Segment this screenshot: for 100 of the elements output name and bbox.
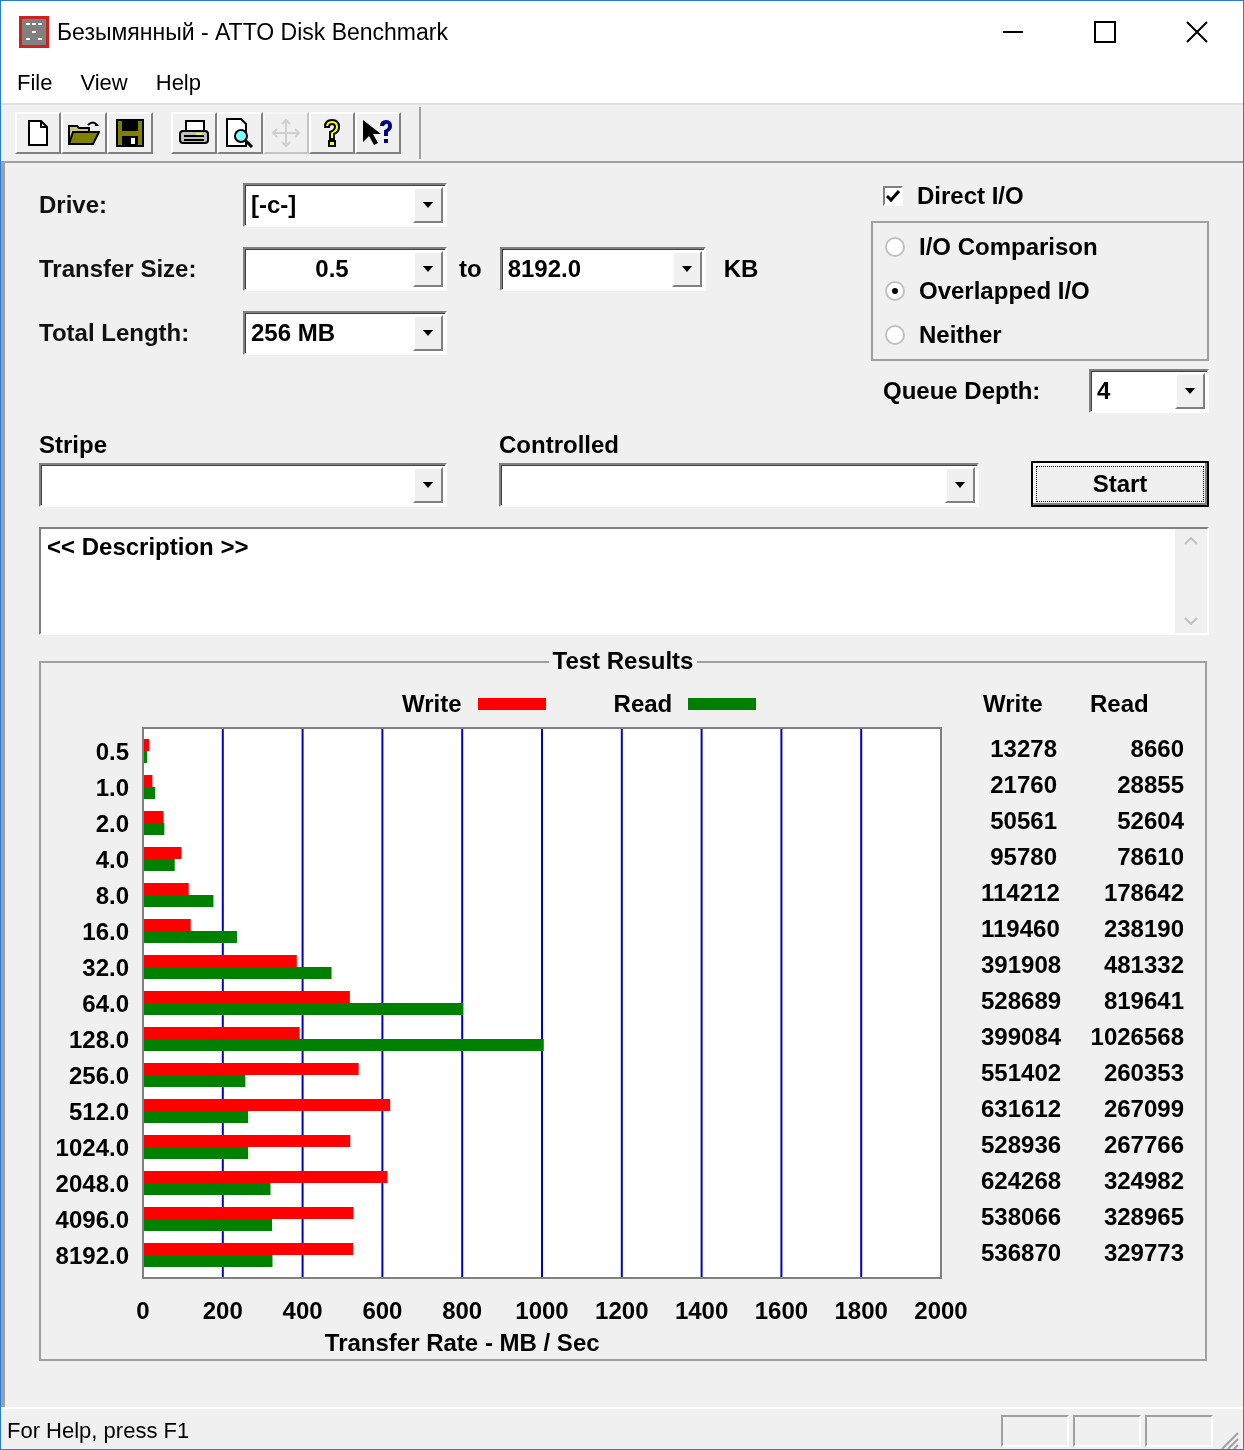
tick-label: 1400 [674, 1297, 729, 1324]
blank-page-icon [27, 120, 49, 146]
total-length-dropdown[interactable]: 256 MB [243, 311, 447, 355]
queue-depth-label: Queue Depth: [883, 377, 1041, 405]
category-label: 64.0 [82, 990, 129, 1017]
table-cell-text: 481332 [1102, 951, 1184, 979]
controlled-dropdown[interactable] [499, 463, 979, 507]
drive-dropdown[interactable]: [-c-] [243, 183, 447, 227]
table-cell-text: 267099 [1102, 1095, 1184, 1123]
tick-label: 200 [202, 1297, 243, 1324]
app-icon [19, 16, 49, 48]
bar [144, 775, 153, 787]
tick-label: 0 [136, 1297, 150, 1324]
tick-label: 600 [362, 1297, 403, 1324]
tick-label: 1600 [754, 1297, 809, 1324]
category-label: 2.0 [95, 810, 129, 837]
tick-label: 1800 [834, 1297, 888, 1324]
caret-icon [954, 481, 966, 489]
to-label: to [459, 255, 482, 283]
status-pane [1145, 1415, 1213, 1447]
category-label: 1.0 [95, 774, 129, 801]
table-cell-text: 178642 [1102, 879, 1184, 907]
start-button[interactable]: Start [1031, 461, 1209, 507]
column-header: Read [1089, 690, 1150, 718]
toolbar-button[interactable] [15, 112, 61, 154]
table-cell-text: 78610 [1116, 843, 1184, 871]
caret-icon [422, 201, 434, 209]
radio-label: Neither [919, 321, 1002, 349]
bar [144, 823, 165, 835]
toolbar-button[interactable] [217, 112, 263, 154]
table-cell-text: 21760 [989, 771, 1057, 799]
four-way-arrow-icon [271, 118, 301, 148]
toolbar-button[interactable] [61, 112, 107, 154]
category-label: 1024.0 [55, 1134, 129, 1161]
caret-icon [422, 481, 434, 489]
printer-icon [178, 119, 210, 147]
radio-label: I/O Comparison [919, 233, 1098, 261]
question-mark-icon [321, 118, 343, 148]
radio-label: Overlapped I/O [919, 277, 1090, 305]
table-cell: 114212 [981, 879, 1057, 907]
category-label: 16.0 [82, 918, 129, 945]
stripe-label: Stripe [39, 431, 108, 459]
column-header: Write [982, 690, 1044, 718]
transfer-size-to-dropdown[interactable]: 8192.0 [499, 247, 706, 291]
toolbar-button[interactable] [355, 112, 401, 154]
menu-item[interactable]: Help [155, 70, 201, 96]
minimize-icon [1003, 31, 1023, 33]
maximize-icon [1094, 21, 1116, 43]
legend-label: Write [402, 690, 462, 718]
controlled-label: Controlled [499, 431, 620, 459]
menu-item[interactable]: View [80, 70, 128, 96]
category-label: 8.0 [95, 882, 129, 909]
pointer-question-icon [361, 118, 395, 148]
transfer-size-from-dropdown[interactable]: 0.5 [243, 247, 447, 291]
category-label: 2048.0 [55, 1170, 129, 1197]
table-cell-text: 328965 [1102, 1203, 1184, 1231]
category-label: 32.0 [82, 954, 129, 981]
page-magnifier-icon [225, 118, 255, 148]
window-title: Безымянный - ATTO Disk Benchmark [57, 18, 449, 46]
caret-icon [680, 265, 693, 273]
category-label: 8192.0 [55, 1242, 129, 1269]
table-cell-text: 267766 [1102, 1131, 1184, 1159]
checkbox[interactable] [883, 186, 903, 206]
tick-label: 800 [442, 1297, 483, 1324]
menu-item[interactable]: File [17, 70, 53, 96]
toolbar-button[interactable] [171, 112, 217, 154]
category-label: 128.0 [68, 1026, 129, 1053]
legend-swatch [477, 698, 546, 710]
status-text: For Help, press F1 [6, 1418, 191, 1444]
category-label: 0.5 [95, 738, 129, 765]
table-cell-text: 8660 [1129, 735, 1184, 763]
radio-button[interactable] [885, 237, 905, 257]
bar [144, 847, 182, 859]
direct-io-label: Direct I/O [917, 182, 1024, 210]
category-label: 256.0 [68, 1062, 129, 1089]
scroll-up-icon [1184, 537, 1198, 545]
queue-depth-dropdown[interactable]: 4 [1089, 369, 1209, 413]
scroll-down-icon [1184, 617, 1198, 625]
table-cell-text: 1026568 [1089, 1023, 1184, 1051]
caret-icon [1184, 387, 1196, 395]
tick-label: 2000 [914, 1297, 968, 1324]
status-pane [1073, 1415, 1141, 1447]
transfer-size-label: Transfer Size: [39, 255, 198, 283]
scrollbar[interactable] [1175, 529, 1207, 633]
caret-icon [422, 265, 434, 273]
table-cell: 119460 [981, 915, 1057, 943]
stripe-dropdown[interactable] [39, 463, 447, 507]
table-cell-text: 260353 [1102, 1059, 1184, 1087]
table-cell-text: 28855 [1116, 771, 1184, 799]
legend-swatch [688, 698, 757, 710]
drive-label: Drive: [39, 191, 109, 219]
table-cell-text: 52604 [1116, 807, 1184, 835]
table-cell-text: 329773 [1102, 1239, 1184, 1267]
toolbar-button[interactable] [309, 112, 355, 154]
description-field[interactable]: << Description >> [39, 527, 1209, 635]
radio-button[interactable] [885, 281, 905, 301]
radio-button[interactable] [885, 325, 905, 345]
tick-label: 400 [282, 1297, 323, 1324]
bar [144, 859, 175, 871]
toolbar-button[interactable] [107, 112, 153, 154]
